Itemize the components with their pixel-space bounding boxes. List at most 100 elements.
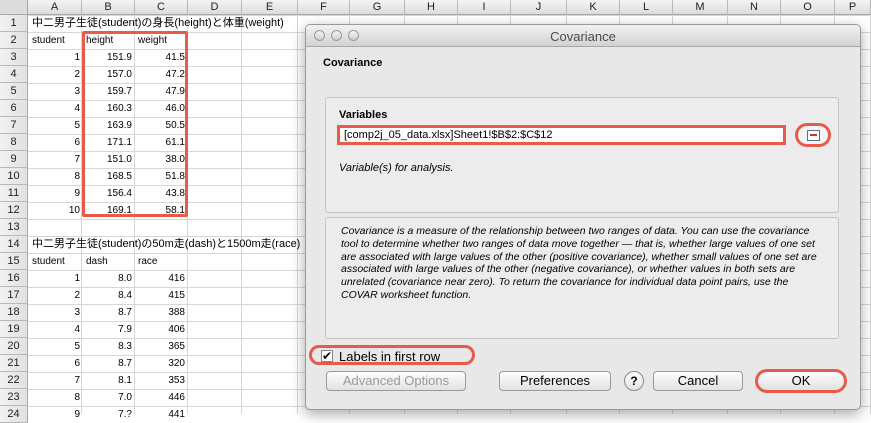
table-cell[interactable]: 365 bbox=[135, 338, 185, 355]
table-cell[interactable]: 1 bbox=[28, 270, 80, 287]
column-header[interactable]: B bbox=[82, 0, 135, 15]
row-header[interactable]: 6 bbox=[0, 100, 28, 117]
cancel-button[interactable]: Cancel bbox=[653, 371, 743, 391]
table-cell[interactable]: 8.0 bbox=[82, 270, 132, 287]
row-header[interactable]: 24 bbox=[0, 406, 28, 423]
variables-range-input[interactable]: [comp2j_05_data.xlsx]Sheet1!$B$2:$C$12 bbox=[337, 125, 786, 145]
table-cell[interactable]: 8 bbox=[28, 389, 80, 406]
row-header[interactable]: 5 bbox=[0, 83, 28, 100]
table-cell[interactable]: 353 bbox=[135, 372, 185, 389]
table-cell[interactable]: 6 bbox=[28, 134, 80, 151]
table-cell[interactable]: 416 bbox=[135, 270, 185, 287]
covariance-description: Covariance is a measure of the relations… bbox=[341, 225, 817, 301]
table-cell[interactable]: 5 bbox=[28, 338, 80, 355]
labels-in-first-row-checkbox[interactable]: ✔ Labels in first row bbox=[309, 345, 475, 365]
covariance-dialog: Covariance Covariance Variables [comp2j_… bbox=[305, 24, 861, 410]
table-cell[interactable]: 7.9 bbox=[82, 321, 132, 338]
table-cell[interactable]: 2 bbox=[28, 287, 80, 304]
row-header[interactable]: 7 bbox=[0, 117, 28, 134]
table2-header-student[interactable]: student bbox=[32, 253, 65, 270]
row-header[interactable]: 11 bbox=[0, 185, 28, 202]
table-cell[interactable]: 406 bbox=[135, 321, 185, 338]
table-cell[interactable]: 415 bbox=[135, 287, 185, 304]
table-cell[interactable]: 8.1 bbox=[82, 372, 132, 389]
row-header[interactable]: 10 bbox=[0, 168, 28, 185]
row-header[interactable]: 2 bbox=[0, 32, 28, 49]
column-header[interactable]: O bbox=[781, 0, 835, 15]
table2-header-dash[interactable]: dash bbox=[86, 253, 108, 270]
table-cell[interactable]: 7 bbox=[28, 372, 80, 389]
range-selector-button[interactable] bbox=[795, 123, 831, 147]
column-header[interactable]: G bbox=[350, 0, 405, 15]
row-header[interactable]: 14 bbox=[0, 236, 28, 253]
table-cell[interactable]: 7.0 bbox=[82, 389, 132, 406]
table-cell[interactable]: 8 bbox=[28, 168, 80, 185]
row-header[interactable]: 4 bbox=[0, 66, 28, 83]
description-panel: Covariance is a measure of the relations… bbox=[325, 217, 839, 339]
column-header[interactable]: M bbox=[673, 0, 728, 15]
table-cell[interactable]: 441 bbox=[135, 406, 185, 423]
preferences-button[interactable]: Preferences bbox=[499, 371, 611, 391]
row-header[interactable]: 23 bbox=[0, 389, 28, 406]
table-cell[interactable]: 5 bbox=[28, 117, 80, 134]
table-cell[interactable]: 320 bbox=[135, 355, 185, 372]
table-cell[interactable]: 4 bbox=[28, 100, 80, 117]
row-header[interactable]: 18 bbox=[0, 304, 28, 321]
row-header[interactable]: 20 bbox=[0, 338, 28, 355]
table-cell[interactable]: 3 bbox=[28, 304, 80, 321]
select-all-corner[interactable] bbox=[0, 0, 28, 15]
row-header[interactable]: 3 bbox=[0, 49, 28, 66]
table-cell[interactable]: 9 bbox=[28, 406, 80, 423]
column-header[interactable]: J bbox=[511, 0, 567, 15]
table-cell[interactable]: 2 bbox=[28, 66, 80, 83]
column-header[interactable]: N bbox=[728, 0, 781, 15]
row-header[interactable]: 16 bbox=[0, 270, 28, 287]
table-cell[interactable]: 10 bbox=[28, 202, 80, 219]
table-cell[interactable]: 8.7 bbox=[82, 355, 132, 372]
table-cell[interactable]: 8.3 bbox=[82, 338, 132, 355]
row-header[interactable]: 1 bbox=[0, 15, 28, 32]
table-cell[interactable]: 8.4 bbox=[82, 287, 132, 304]
column-header[interactable]: L bbox=[620, 0, 673, 15]
column-header[interactable]: C bbox=[135, 0, 188, 15]
row-header[interactable]: 22 bbox=[0, 372, 28, 389]
table-cell[interactable]: 8.7 bbox=[82, 304, 132, 321]
table-cell[interactable]: 7 bbox=[28, 151, 80, 168]
column-header[interactable]: A bbox=[28, 0, 82, 15]
table2-title[interactable]: 中二男子生徒(student)の50m走(dash)と1500m走(race) bbox=[32, 236, 300, 253]
table-cell[interactable]: 388 bbox=[135, 304, 185, 321]
row-header[interactable]: 19 bbox=[0, 321, 28, 338]
checkbox-checkmark-icon[interactable]: ✔ bbox=[321, 350, 333, 362]
row-header[interactable]: 8 bbox=[0, 134, 28, 151]
table1-header-student[interactable]: student bbox=[32, 32, 65, 49]
column-header[interactable]: F bbox=[298, 0, 350, 15]
row-header[interactable]: 15 bbox=[0, 253, 28, 270]
table-cell[interactable]: 4 bbox=[28, 321, 80, 338]
table-cell[interactable]: 446 bbox=[135, 389, 185, 406]
column-header[interactable]: I bbox=[458, 0, 511, 15]
column-header[interactable]: K bbox=[567, 0, 620, 15]
table-cell[interactable]: 3 bbox=[28, 83, 80, 100]
labels-in-first-row-label[interactable]: Labels in first row bbox=[339, 349, 440, 364]
table2-header-race[interactable]: race bbox=[138, 253, 157, 270]
column-header[interactable]: H bbox=[405, 0, 458, 15]
row-header[interactable]: 9 bbox=[0, 151, 28, 168]
variables-panel: Variables [comp2j_05_data.xlsx]Sheet1!$B… bbox=[325, 97, 839, 213]
row-header[interactable]: 13 bbox=[0, 219, 28, 236]
table-cell[interactable]: 7.? bbox=[82, 406, 132, 423]
column-header[interactable]: E bbox=[242, 0, 298, 15]
ok-button[interactable]: OK bbox=[755, 369, 847, 393]
table-cell[interactable]: 6 bbox=[28, 355, 80, 372]
table-cell[interactable]: 1 bbox=[28, 49, 80, 66]
table-cell[interactable]: 9 bbox=[28, 185, 80, 202]
dialog-titlebar[interactable]: Covariance bbox=[306, 25, 860, 47]
column-header[interactable]: D bbox=[188, 0, 242, 15]
advanced-options-button[interactable]: Advanced Options bbox=[326, 371, 466, 391]
row-header[interactable]: 12 bbox=[0, 202, 28, 219]
row-header[interactable]: 17 bbox=[0, 287, 28, 304]
row-header[interactable]: 21 bbox=[0, 355, 28, 372]
dialog-title: Covariance bbox=[550, 29, 616, 44]
table1-title[interactable]: 中二男子生徒(student)の身長(height)と体重(weight) bbox=[32, 15, 284, 32]
column-header[interactable]: P bbox=[835, 0, 871, 15]
help-button[interactable]: ? bbox=[624, 371, 644, 391]
